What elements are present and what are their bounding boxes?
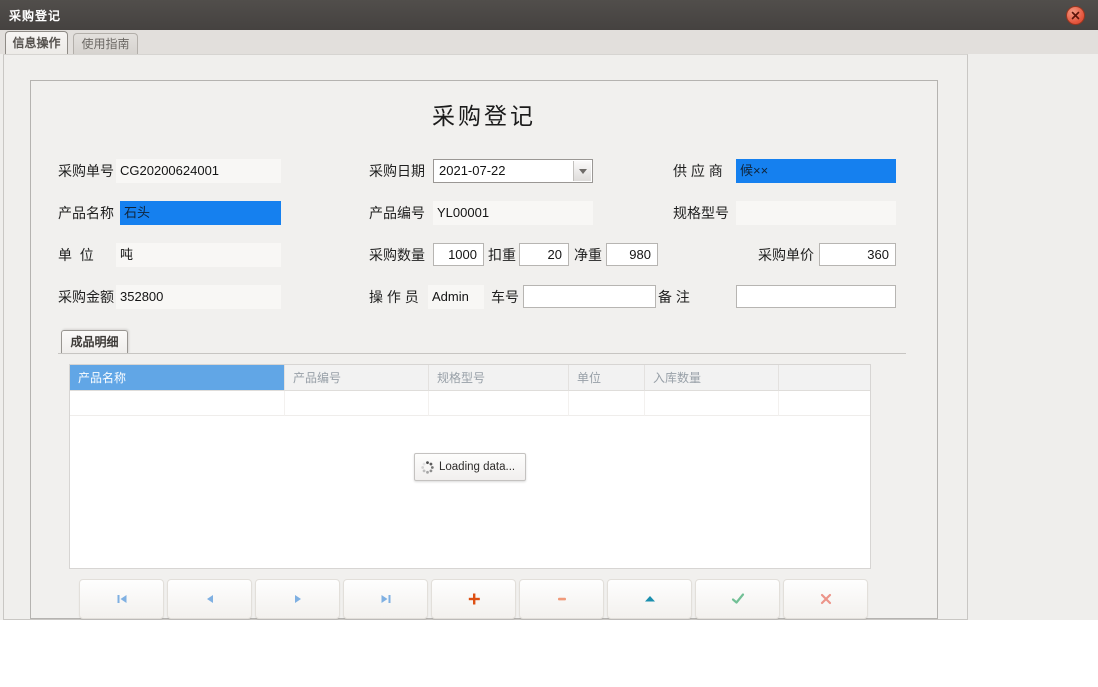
window-titlebar: 采购登记 [0, 0, 1098, 30]
nav-cancel-button[interactable] [783, 579, 868, 619]
vehicle-field[interactable] [523, 285, 656, 308]
product-no-label: 产品编号 [369, 201, 425, 225]
date-label: 采购日期 [369, 159, 425, 183]
supplier-field[interactable]: 候×× [736, 159, 896, 183]
check-icon [730, 591, 746, 607]
nav-post-button[interactable] [695, 579, 780, 619]
date-dropdown-button[interactable] [573, 161, 591, 181]
price-label: 采购单价 [758, 243, 814, 267]
column-header-unit[interactable]: 单位 [569, 365, 645, 391]
product-name-field[interactable]: 石头 [120, 201, 281, 225]
nav-prior-button[interactable] [167, 579, 252, 619]
net-label: 净重 [574, 243, 602, 267]
x-icon [818, 591, 834, 607]
qty-label: 采购数量 [369, 243, 425, 267]
operator-label: 操 作 员 [369, 285, 419, 309]
date-combobox[interactable]: 2021-07-22 [433, 159, 593, 183]
tab-info-operation[interactable]: 信息操作 [5, 31, 68, 54]
column-header-product-name[interactable]: 产品名称 [70, 365, 285, 391]
order-no-label: 采购单号 [58, 159, 114, 183]
first-record-icon [114, 591, 130, 607]
product-name-label: 产品名称 [58, 201, 114, 225]
nav-first-button[interactable] [79, 579, 164, 619]
loading-indicator: Loading data... [414, 453, 526, 481]
unit-field[interactable]: 吨 [116, 243, 281, 267]
table-row [70, 391, 870, 416]
spec-field[interactable] [736, 201, 896, 225]
column-header-filler [779, 365, 870, 391]
loading-text: Loading data... [439, 461, 515, 473]
edit-triangle-icon [642, 591, 658, 607]
nav-insert-button[interactable] [431, 579, 516, 619]
supplier-label: 供 应 商 [673, 159, 723, 183]
date-value: 2021-07-22 [439, 160, 506, 182]
nav-edit-button[interactable] [607, 579, 692, 619]
product-no-field[interactable]: YL00001 [433, 201, 593, 225]
deduct-label: 扣重 [488, 243, 516, 267]
remark-label: 备 注 [658, 285, 690, 309]
tab-strip: 信息操作 使用指南 [0, 30, 1098, 54]
page-title: 采购登记 [31, 97, 937, 131]
qty-field[interactable]: 1000 [433, 243, 484, 266]
loading-spinner-icon [421, 461, 434, 474]
remark-field[interactable] [736, 285, 896, 308]
nav-delete-button[interactable] [519, 579, 604, 619]
minus-icon [554, 591, 570, 607]
amount-field[interactable]: 352800 [116, 285, 281, 309]
deduct-field[interactable]: 20 [519, 243, 569, 266]
form-panel: 采购登记 采购单号 CG20200624001 采购日期 2021-07-22 … [30, 80, 938, 619]
next-record-icon [290, 591, 306, 607]
grid-header-row: 产品名称 产品编号 规格型号 单位 入库数量 [70, 365, 870, 391]
desktop-background [0, 620, 1098, 687]
column-header-spec[interactable]: 规格型号 [429, 365, 569, 391]
close-icon [1071, 11, 1080, 20]
unit-label: 单 位 [58, 243, 94, 267]
screen: 采购登记 信息操作 使用指南 采购登记 采购单号 CG20200624001 采… [0, 0, 1098, 687]
net-field[interactable]: 980 [606, 243, 658, 266]
tab-user-guide[interactable]: 使用指南 [73, 33, 138, 54]
column-header-product-no[interactable]: 产品编号 [285, 365, 429, 391]
prior-record-icon [202, 591, 218, 607]
vehicle-label: 车号 [491, 285, 519, 309]
spec-label: 规格型号 [673, 201, 729, 225]
last-record-icon [378, 591, 394, 607]
nav-last-button[interactable] [343, 579, 428, 619]
amount-label: 采购金额 [58, 285, 114, 309]
chevron-down-icon [579, 169, 587, 174]
detail-divider [58, 353, 906, 354]
purchase-registration-window: 采购登记 信息操作 使用指南 采购登记 采购单号 CG20200624001 采… [0, 0, 1098, 620]
price-field[interactable]: 360 [819, 243, 896, 266]
nav-next-button[interactable] [255, 579, 340, 619]
column-header-inbound-qty[interactable]: 入库数量 [645, 365, 779, 391]
tab-finished-product-detail[interactable]: 成品明细 [61, 330, 128, 354]
operator-field[interactable]: Admin [428, 285, 484, 309]
close-button[interactable] [1066, 6, 1085, 25]
order-no-field[interactable]: CG20200624001 [116, 159, 281, 183]
plus-icon [466, 591, 482, 607]
window-title: 采购登记 [0, 7, 61, 24]
